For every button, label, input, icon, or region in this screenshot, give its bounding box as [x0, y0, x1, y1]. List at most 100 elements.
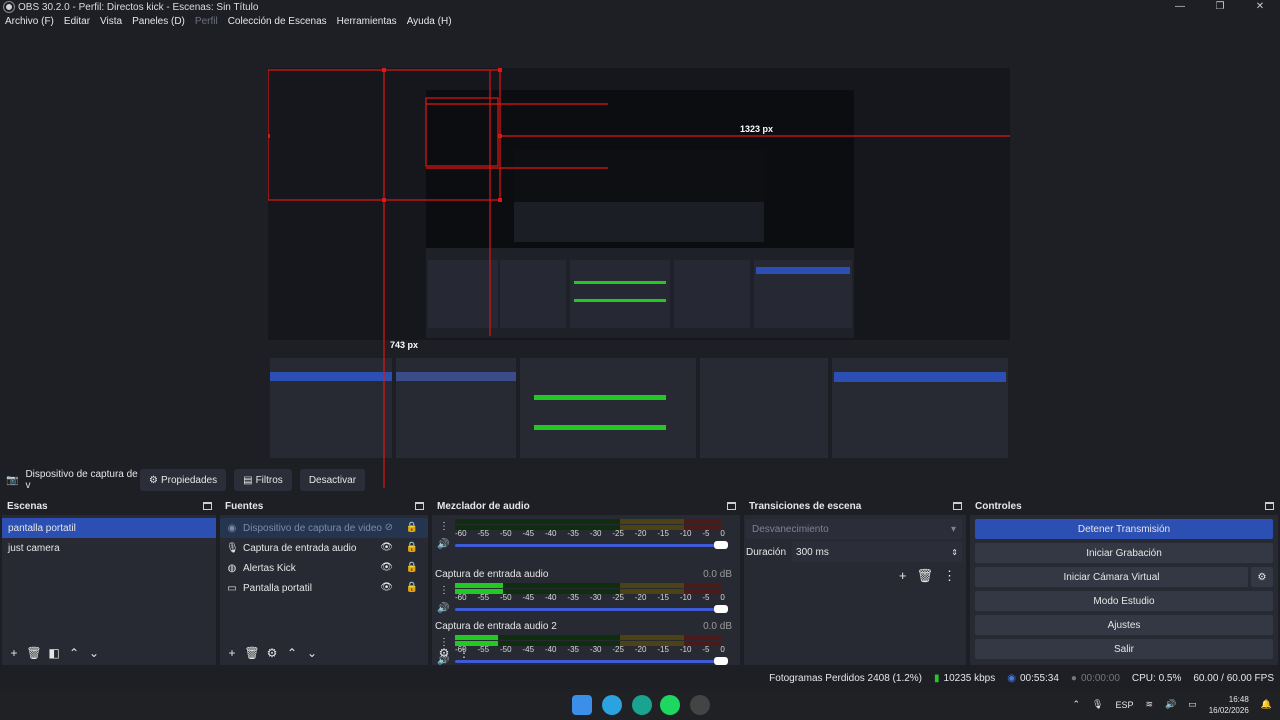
- mic-tray-icon[interactable]: 🎙: [1092, 699, 1103, 710]
- lock-icon[interactable]: 🔒: [406, 562, 418, 573]
- lock-icon[interactable]: 🔒: [406, 542, 418, 553]
- add-icon[interactable]: +: [899, 568, 907, 584]
- scenes-title: Escenas: [7, 500, 48, 512]
- maximize-button[interactable]: ❐: [1200, 0, 1240, 14]
- transition-selected: Desvanecimiento: [752, 523, 829, 535]
- volume-slider[interactable]: [455, 657, 728, 665]
- language-indicator[interactable]: ESP: [1115, 700, 1133, 710]
- source-item[interactable]: ▭ Pantalla portatil 👁 🔒: [220, 578, 428, 598]
- obs-icon[interactable]: [690, 695, 710, 715]
- scene-item[interactable]: pantalla portatil: [2, 518, 216, 538]
- deactivate-button[interactable]: Desactivar: [299, 469, 366, 491]
- menu-coleccion[interactable]: Colección de Escenas: [223, 16, 332, 30]
- deactivate-label: Desactivar: [308, 474, 357, 486]
- stop-stream-button[interactable]: Detener Transmisión: [975, 519, 1273, 539]
- undock-icon[interactable]: [415, 502, 424, 510]
- filters-button[interactable]: ▤ Filtros: [234, 469, 292, 491]
- volume-icon[interactable]: 🔊: [1165, 699, 1176, 710]
- duration-spinbox[interactable]: 300 ms ⇕: [792, 542, 962, 562]
- menu-herramientas[interactable]: Herramientas: [332, 16, 402, 30]
- mixer-channel: -60 -55 -50 -45 -40 -35 -30 -25 -20 -15 -10 -5 0 ⋮ 🔊: [435, 517, 740, 567]
- up-icon[interactable]: ⌃: [283, 644, 301, 662]
- source-item[interactable]: ◍ Alertas Kick 👁 🔒: [220, 558, 428, 578]
- clock-time: 16:48: [1228, 694, 1249, 704]
- scale-tick: -35: [567, 645, 579, 654]
- scene-item[interactable]: just camera: [2, 538, 216, 558]
- bitrate-value: 10235 kbps: [943, 673, 996, 684]
- menu-dots-icon[interactable]: ⋮: [943, 568, 956, 584]
- speaker-icon[interactable]: 🔊: [437, 539, 449, 550]
- windows-start-icon[interactable]: [572, 695, 592, 715]
- up-icon[interactable]: ⌃: [65, 644, 83, 662]
- filters-label: Filtros: [255, 474, 283, 486]
- chevron-up-icon[interactable]: ⌃: [1072, 699, 1080, 710]
- menu-perfil[interactable]: Perfil: [190, 16, 223, 30]
- advanced-audio-icon[interactable]: ⚙: [435, 644, 453, 662]
- lock-icon[interactable]: 🔒: [406, 522, 418, 533]
- add-icon[interactable]: +: [5, 644, 23, 662]
- trash-icon[interactable]: 🗑: [916, 568, 933, 584]
- source-item[interactable]: ◉ Dispositivo de captura de video ⊘ 🔒: [220, 518, 428, 538]
- eye-icon[interactable]: 👁: [380, 562, 393, 573]
- telegram-icon[interactable]: [602, 695, 622, 715]
- gear-icon[interactable]: ⚙: [1251, 567, 1273, 587]
- add-icon[interactable]: +: [223, 644, 241, 662]
- menu-bar: Archivo (F) Editar Vista Paneles (D) Per…: [0, 16, 457, 30]
- scale-tick: -25: [612, 529, 624, 538]
- camera-icon: 📷: [6, 474, 19, 486]
- volume-slider[interactable]: [455, 605, 728, 613]
- scale-tick: -10: [679, 529, 692, 538]
- clock[interactable]: 16:48 16/02/2026: [1209, 694, 1249, 716]
- properties-label: Propiedades: [160, 474, 218, 486]
- battery-icon[interactable]: ▭: [1188, 699, 1197, 710]
- gear-icon[interactable]: ⚙: [263, 644, 281, 662]
- transition-select[interactable]: Desvanecimiento ▾: [746, 519, 962, 539]
- bell-icon[interactable]: 🔔: [1261, 699, 1272, 710]
- system-tray: ⌃ 🎙 ESP ≋ 🔊 ▭ 16:48 16/02/2026 🔔: [1072, 689, 1272, 720]
- menu-paneles[interactable]: Paneles (D): [127, 16, 190, 30]
- undock-icon[interactable]: [203, 502, 212, 510]
- eye-icon[interactable]: 👁: [380, 542, 393, 553]
- start-recording-button[interactable]: Iniciar Grabación: [975, 543, 1273, 563]
- program-preview[interactable]: 1323 px 743 px: [268, 68, 1010, 488]
- menu-archivo[interactable]: Archivo (F): [0, 16, 59, 30]
- down-icon[interactable]: ⌄: [303, 644, 321, 662]
- menu-editar[interactable]: Editar: [59, 16, 95, 30]
- menu-ayuda[interactable]: Ayuda (H): [402, 16, 457, 30]
- menu-dots-icon[interactable]: ⋮: [439, 585, 449, 596]
- trash-icon[interactable]: 🗑: [25, 644, 43, 662]
- volume-meter: [455, 635, 721, 640]
- lock-icon[interactable]: 🔒: [406, 582, 418, 593]
- properties-button[interactable]: ⚙ Propiedades: [140, 469, 227, 491]
- scale-tick: -45: [522, 529, 535, 538]
- speaker-icon[interactable]: 🔊: [437, 603, 449, 614]
- filter-icon[interactable]: ◧: [45, 644, 63, 662]
- settings-button[interactable]: Ajustes: [975, 615, 1273, 635]
- start-virtual-camera-button[interactable]: Iniciar Cámara Virtual: [975, 567, 1248, 587]
- mixer-channel: Captura de entrada audio 0.0 dB -60 -55 -50-…: [435, 569, 740, 619]
- eye-icon[interactable]: 👁: [380, 582, 393, 593]
- wifi-icon[interactable]: ≋: [1145, 699, 1153, 710]
- studio-mode-button[interactable]: Modo Estudio: [975, 591, 1273, 611]
- menu-dots-icon[interactable]: ⋮: [455, 644, 473, 662]
- volume-slider[interactable]: [455, 541, 728, 549]
- undock-icon[interactable]: [953, 502, 962, 510]
- edge-icon[interactable]: [632, 695, 652, 715]
- source-name: Dispositivo de captura de v: [25, 469, 138, 491]
- undock-icon[interactable]: [727, 502, 736, 510]
- scale-tick: -10: [679, 645, 692, 654]
- rec-time-value: 00:00:00: [1080, 673, 1120, 684]
- trash-icon[interactable]: 🗑: [243, 644, 261, 662]
- menu-vista[interactable]: Vista: [95, 16, 127, 30]
- exit-button[interactable]: Salir: [975, 639, 1273, 659]
- spotify-icon[interactable]: [660, 695, 680, 715]
- source-label: Captura de entrada audio: [243, 542, 357, 554]
- volume-meter: [455, 583, 721, 588]
- minimize-button[interactable]: —: [1160, 0, 1200, 14]
- source-item[interactable]: 🎙 Captura de entrada audio 👁 🔒: [220, 538, 428, 558]
- menu-dots-icon[interactable]: ⋮: [439, 521, 449, 532]
- close-button[interactable]: ✕: [1240, 0, 1280, 14]
- down-icon[interactable]: ⌄: [85, 644, 103, 662]
- eye-hidden-icon[interactable]: ⊘: [385, 522, 393, 533]
- undock-icon[interactable]: [1265, 502, 1274, 510]
